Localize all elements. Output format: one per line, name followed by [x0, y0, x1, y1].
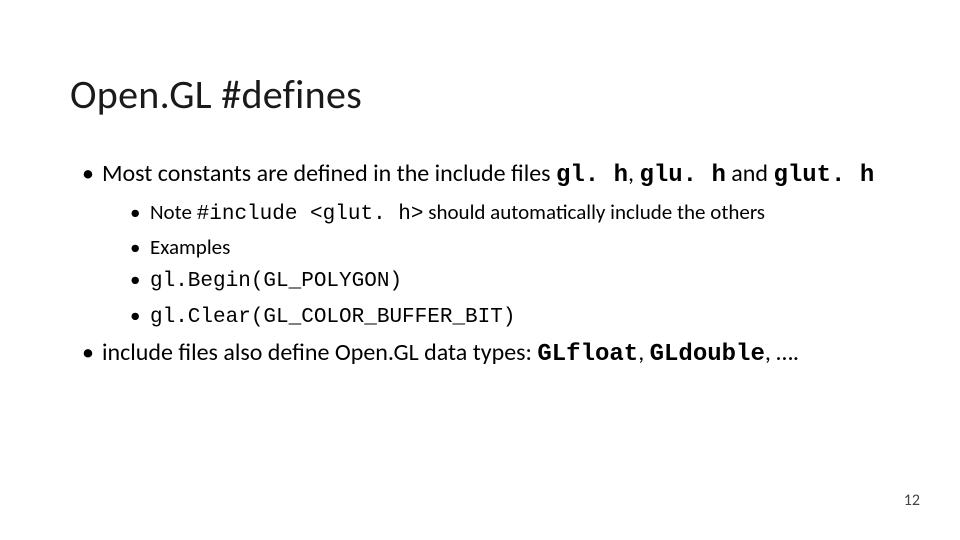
- sub-bullet-glclear: gl.Clear(GL_COLOR_BUFFER_BIT): [136, 301, 900, 332]
- text-fragment: Most constants are defined in the includ…: [102, 159, 556, 188]
- text-fragment: include files also define Open.GL data t…: [102, 338, 537, 367]
- bullet-list-level2: Note #include <glut. h> should automatic…: [102, 198, 900, 332]
- sub-bullet-examples: Examples: [136, 233, 900, 261]
- slide-title: Open.GL #defines: [70, 70, 900, 119]
- text-fragment: ,: [638, 338, 649, 367]
- code-include-glut: #include <glut. h>: [197, 203, 424, 226]
- bullet-datatypes: include files also define Open.GL data t…: [88, 338, 900, 371]
- page-number: 12: [904, 491, 920, 510]
- slide: Open.GL #defines Most constants are defi…: [0, 0, 960, 540]
- code-glu-h: glu. h: [639, 162, 725, 189]
- bullet-constants: Most constants are defined in the includ…: [88, 159, 900, 332]
- bullet-list-level1: Most constants are defined in the includ…: [70, 159, 900, 371]
- code-glfloat: GLfloat: [537, 341, 638, 368]
- text-fragment: should automatically include the others: [423, 199, 765, 225]
- text-fragment: and: [726, 159, 774, 188]
- sub-bullet-note: Note #include <glut. h> should automatic…: [136, 198, 900, 229]
- code-glclear: gl.Clear(GL_COLOR_BUFFER_BIT): [150, 306, 515, 329]
- code-glut-h: glut. h: [773, 162, 874, 189]
- sub-bullet-glbegin: gl.Begin(GL_POLYGON): [136, 265, 900, 296]
- text-fragment: Note: [150, 199, 197, 225]
- code-gldouble: GLdouble: [650, 341, 765, 368]
- code-glbegin: gl.Begin(GL_POLYGON): [150, 270, 402, 293]
- code-gl-h: gl. h: [556, 162, 628, 189]
- text-fragment: , ….: [765, 338, 799, 367]
- text-fragment: Examples: [150, 234, 230, 260]
- text-fragment: ,: [628, 159, 639, 188]
